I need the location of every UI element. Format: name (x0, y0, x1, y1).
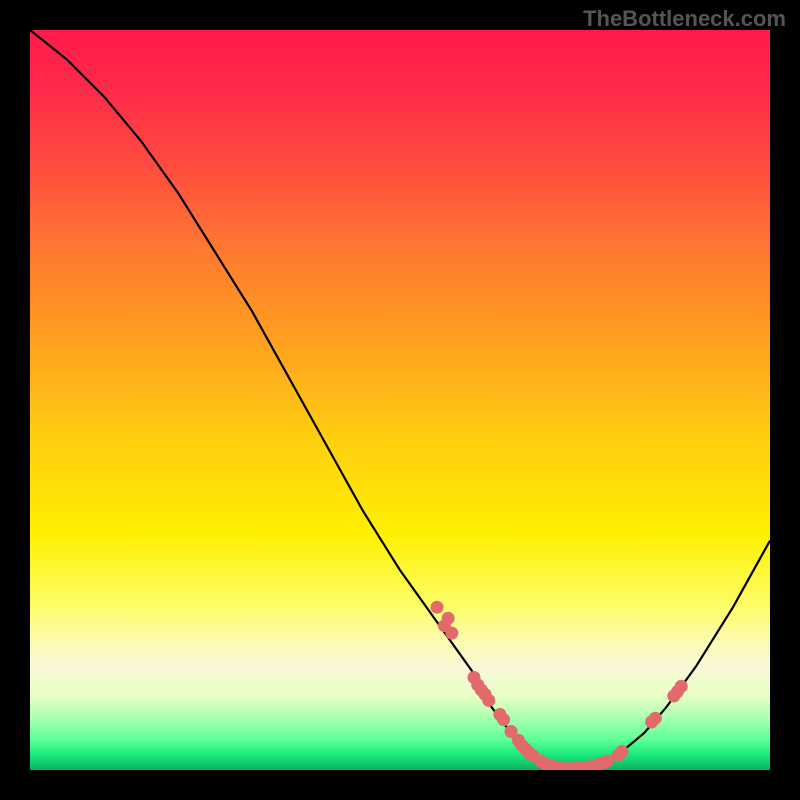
data-point (442, 612, 455, 625)
data-point (497, 713, 510, 726)
data-point (431, 601, 444, 614)
watermark-text: TheBottleneck.com (583, 6, 786, 32)
bottleneck-curve (30, 30, 770, 769)
data-point (675, 680, 688, 693)
data-point (482, 694, 495, 707)
plot-area (30, 30, 770, 770)
data-point (649, 712, 662, 725)
data-point (616, 745, 629, 758)
data-point (601, 755, 614, 768)
chart-svg (30, 30, 770, 770)
data-markers (431, 601, 688, 770)
data-point (445, 627, 458, 640)
